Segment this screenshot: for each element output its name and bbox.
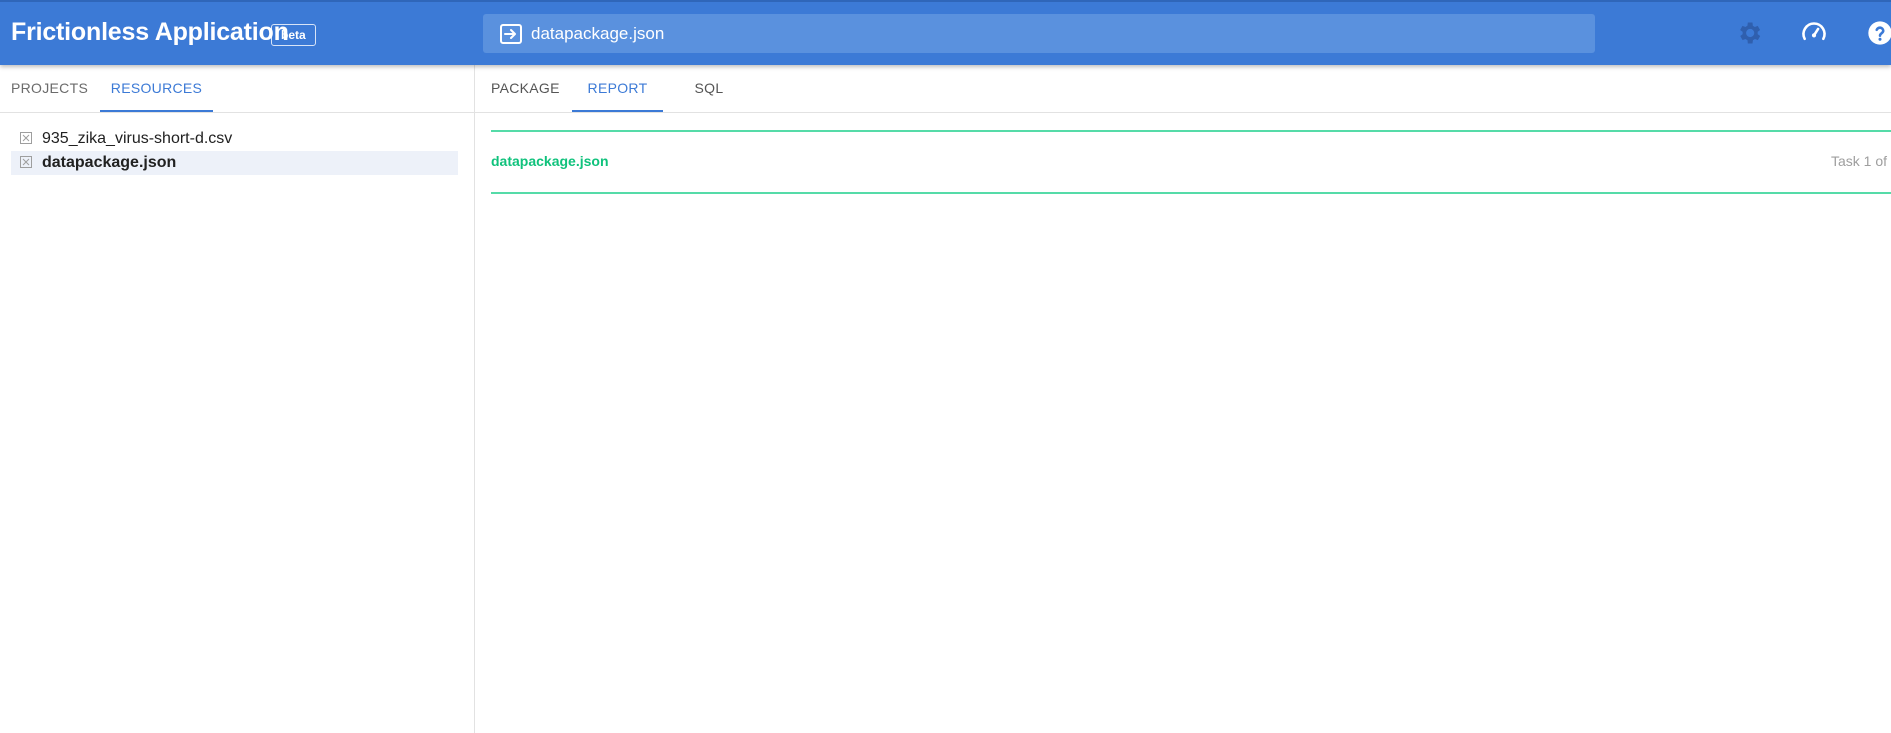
file-item-datapackage[interactable]: datapackage.json — [11, 151, 458, 175]
file-path-bar[interactable]: datapackage.json — [483, 14, 1595, 53]
main-tabs: PACKAGE REPORT SQL — [475, 65, 1891, 113]
help-icon[interactable] — [1866, 19, 1891, 47]
tab-resources-label: RESOURCES — [110, 80, 203, 96]
tab-package[interactable]: PACKAGE — [491, 65, 560, 112]
tab-indicator — [100, 110, 213, 112]
app-header: Frictionless Application beta datapackag… — [0, 0, 1891, 65]
file-name: datapackage.json — [42, 154, 177, 171]
file-icon — [20, 156, 32, 168]
beta-badge: beta — [271, 24, 316, 46]
file-name: 935_zika_virus-short-d.csv — [42, 130, 233, 147]
report-file-name: datapackage.json — [491, 153, 609, 169]
gear-icon[interactable] — [1735, 19, 1763, 47]
tab-indicator — [572, 110, 663, 112]
tab-sql[interactable]: SQL — [685, 65, 733, 112]
file-item-csv[interactable]: 935_zika_virus-short-d.csv — [11, 127, 458, 151]
main-panel: PACKAGE REPORT SQL datapackage.json Task… — [475, 65, 1891, 733]
file-icon — [20, 132, 32, 144]
file-path-text: datapackage.json — [531, 24, 665, 43]
sidebar-tabs: PROJECTS RESOURCES — [0, 65, 474, 113]
tab-projects[interactable]: PROJECTS — [11, 65, 88, 112]
swap-icon[interactable] — [499, 23, 523, 45]
header-top-border — [0, 0, 1891, 2]
tab-sql-label: SQL — [694, 80, 724, 96]
resource-tree: 935_zika_virus-short-d.csv datapackage.j… — [11, 127, 458, 175]
tab-report-label: REPORT — [587, 80, 648, 96]
sidebar: PROJECTS RESOURCES 935_zika_virus-short-… — [0, 65, 475, 733]
tab-resources[interactable]: RESOURCES — [100, 65, 213, 112]
tab-projects-label: PROJECTS — [11, 80, 89, 96]
speedometer-icon[interactable] — [1800, 19, 1828, 47]
app-title: Frictionless Application — [11, 18, 289, 46]
report-task: datapackage.json Task 1 of 1 — [491, 130, 1891, 194]
tab-package-label: PACKAGE — [491, 80, 560, 96]
tab-report[interactable]: REPORT — [572, 65, 663, 112]
report-task-counter: Task 1 of 1 — [1831, 153, 1891, 169]
